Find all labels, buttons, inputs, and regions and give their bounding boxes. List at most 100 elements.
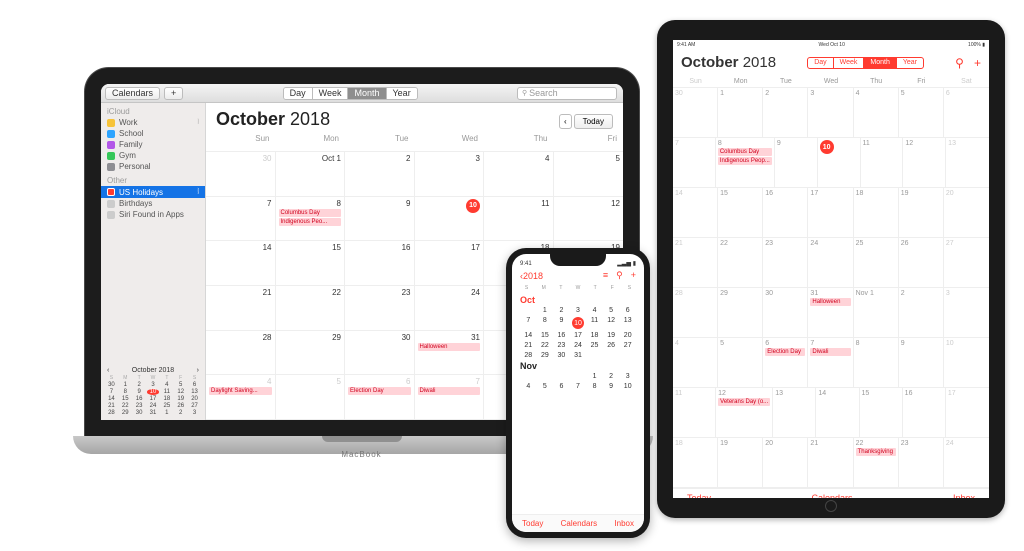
day-cell[interactable]: 8Columbus DayIndigenous Peop... (716, 138, 775, 187)
day-cell[interactable]: 6 (553, 383, 570, 390)
day-cell[interactable]: 2 (603, 373, 620, 380)
day-cell[interactable]: 23 (345, 286, 415, 330)
mac-view-segment[interactable]: Day Week Month Year (283, 87, 418, 100)
day-cell[interactable] (570, 373, 587, 380)
day-cell[interactable]: 12 (603, 317, 620, 329)
day-cell[interactable]: 14 (206, 241, 276, 285)
day-cell[interactable]: 7 (206, 197, 276, 241)
day-cell[interactable]: 19 (603, 332, 620, 339)
day-cell[interactable]: 14 (520, 332, 537, 339)
day-cell[interactable]: 28 (520, 352, 537, 359)
event-pill[interactable]: Daylight Saving... (209, 387, 272, 395)
day-cell[interactable]: 22 (276, 286, 346, 330)
day-cell[interactable]: 21 (673, 238, 718, 287)
day-cell[interactable]: 11 (673, 388, 716, 437)
day-cell[interactable]: 19 (899, 188, 944, 237)
day-cell[interactable] (586, 352, 603, 359)
day-cell[interactable]: 10 (818, 138, 861, 187)
day-cell[interactable] (520, 373, 537, 380)
day-cell[interactable] (603, 352, 620, 359)
day-cell[interactable]: 24 (944, 438, 989, 487)
event-pill[interactable]: Columbus Day (279, 209, 342, 217)
day-cell[interactable]: 8 (854, 338, 899, 387)
day-cell[interactable]: 29 (537, 352, 554, 359)
day-cell[interactable]: 11 (484, 197, 554, 241)
day-cell[interactable]: 4 (854, 88, 899, 137)
day-cell[interactable]: 3 (415, 152, 485, 196)
prev-month-button[interactable]: ‹ (559, 114, 572, 129)
mini-prev[interactable]: ‹ (107, 367, 109, 374)
event-pill[interactable]: Thanksgiving (856, 448, 896, 456)
day-cell[interactable]: 30 (553, 352, 570, 359)
day-cell[interactable]: Oct 1 (276, 152, 346, 196)
event-pill[interactable]: Indigenous Peo... (279, 218, 342, 226)
day-cell[interactable]: 28 (673, 288, 718, 337)
day-cell[interactable]: 30 (673, 88, 718, 137)
inbox-button[interactable]: Inbox (953, 493, 975, 498)
day-cell[interactable]: 13 (946, 138, 989, 187)
day-cell[interactable]: 20 (944, 188, 989, 237)
day-cell[interactable]: 23 (899, 438, 944, 487)
day-cell[interactable]: 10 (944, 338, 989, 387)
day-cell[interactable] (537, 373, 554, 380)
day-cell[interactable]: 21 (808, 438, 853, 487)
sidebar-item-gym[interactable]: Gym (101, 150, 205, 161)
event-pill[interactable]: Columbus Day (718, 148, 772, 156)
today-button[interactable]: Today (687, 493, 711, 498)
event-pill[interactable]: Veterans Day (o... (718, 398, 770, 406)
today-button[interactable]: Today (522, 519, 543, 528)
day-cell[interactable]: 5 (276, 375, 346, 419)
day-cell[interactable]: 1 (537, 307, 554, 314)
ipad-view-segment[interactable]: Day Week Month Year (807, 57, 924, 69)
day-cell[interactable]: 18 (854, 188, 899, 237)
day-cell[interactable]: 12 (554, 197, 624, 241)
day-cell[interactable]: 3 (944, 288, 989, 337)
mini-next[interactable]: › (197, 367, 199, 374)
sidebar-item-us-holidays[interactable]: US Holidays⦚ (101, 186, 205, 198)
day-cell[interactable]: 18 (673, 438, 718, 487)
add-event-button[interactable]: + (631, 270, 636, 281)
day-cell[interactable]: 23 (553, 342, 570, 349)
day-cell[interactable]: 11 (586, 317, 603, 329)
day-cell[interactable]: 26 (899, 238, 944, 287)
day-cell[interactable]: 2 (345, 152, 415, 196)
day-cell[interactable]: 4 (586, 307, 603, 314)
inbox-button[interactable]: Inbox (614, 519, 634, 528)
day-cell[interactable]: 2 (553, 307, 570, 314)
day-cell[interactable]: 30 (206, 152, 276, 196)
day-cell[interactable]: 5 (554, 152, 624, 196)
day-cell[interactable]: 30 (345, 331, 415, 375)
day-cell[interactable]: 3 (808, 88, 853, 137)
day-cell[interactable]: 9 (899, 338, 944, 387)
add-event-button[interactable]: + (974, 56, 981, 70)
day-cell[interactable]: 25 (586, 342, 603, 349)
day-cell[interactable]: 7Diwali (415, 375, 485, 419)
day-cell[interactable]: 5 (537, 383, 554, 390)
day-cell[interactable]: 7 (520, 317, 537, 329)
day-cell[interactable]: 15 (537, 332, 554, 339)
day-cell[interactable]: 7Diwali (808, 338, 853, 387)
event-pill[interactable]: Election Day (348, 387, 411, 395)
seg-day[interactable]: Day (808, 58, 833, 68)
day-cell[interactable]: 12 (903, 138, 946, 187)
day-cell[interactable]: 12Veterans Day (o... (716, 388, 773, 437)
event-pill[interactable]: Halloween (418, 343, 481, 351)
day-cell[interactable]: 15 (276, 241, 346, 285)
day-cell[interactable]: 4 (673, 338, 718, 387)
calendars-button[interactable]: Calendars (105, 87, 160, 100)
day-cell[interactable]: 20 (619, 332, 636, 339)
seg-year[interactable]: Year (897, 58, 923, 68)
day-cell[interactable]: 22 (537, 342, 554, 349)
day-cell[interactable]: 25 (854, 238, 899, 287)
day-cell[interactable]: 5 (718, 338, 763, 387)
day-cell[interactable]: 3 (570, 307, 587, 314)
add-calendar-button[interactable]: + (164, 87, 183, 100)
day-cell[interactable]: 1 (718, 88, 763, 137)
list-icon[interactable]: ≡ (603, 270, 608, 281)
day-cell[interactable]: 24 (570, 342, 587, 349)
day-cell[interactable]: 29 (276, 331, 346, 375)
day-cell[interactable]: 8 (537, 317, 554, 329)
day-cell[interactable]: 7 (570, 383, 587, 390)
day-cell[interactable]: 8Columbus DayIndigenous Peo... (276, 197, 346, 241)
day-cell[interactable]: 4 (520, 383, 537, 390)
